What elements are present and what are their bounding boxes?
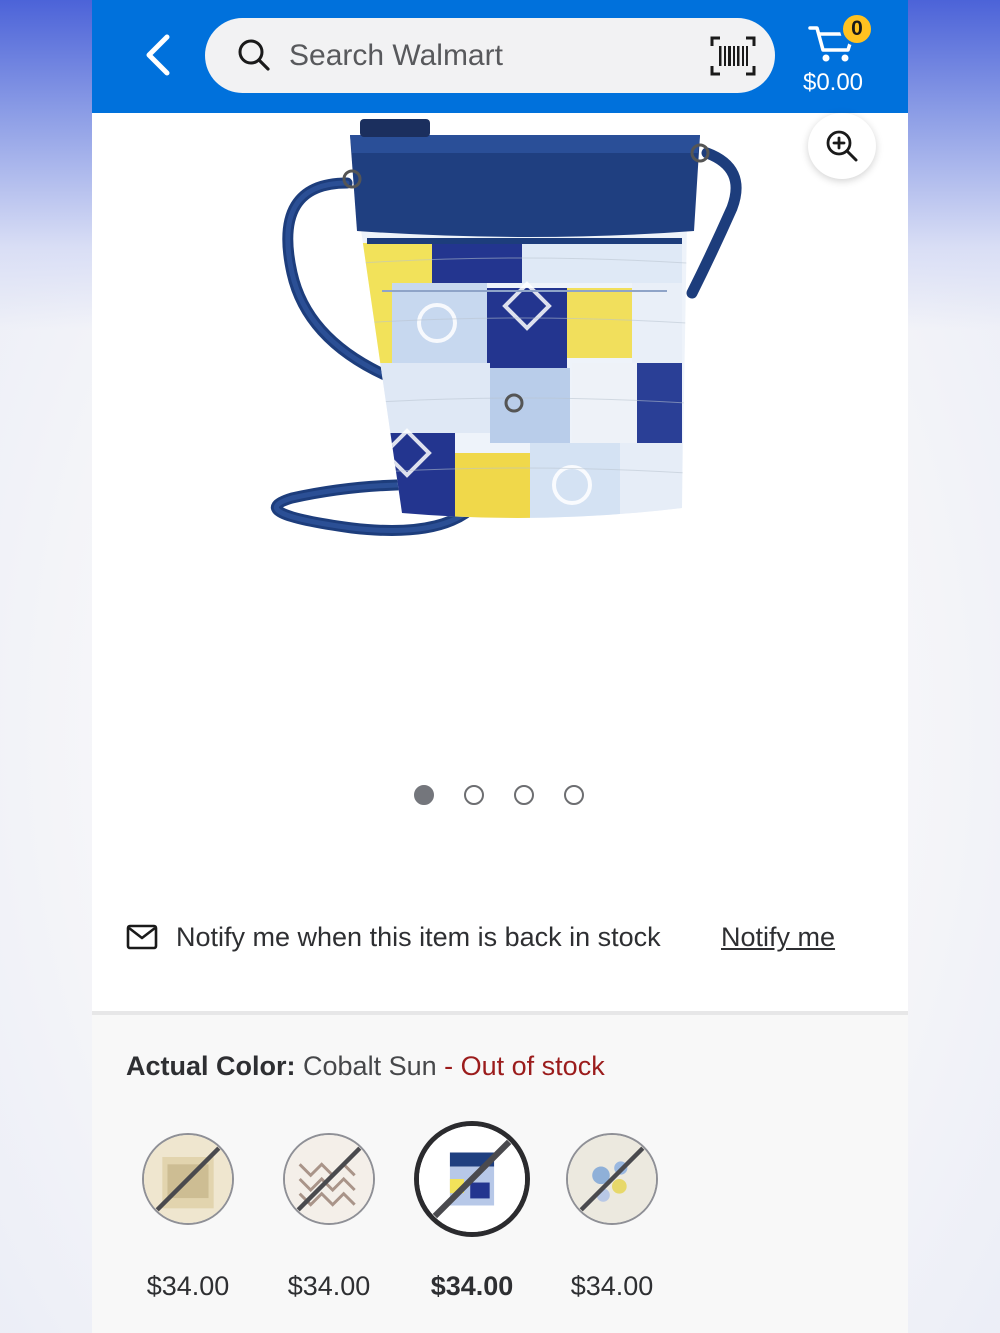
back-button[interactable] xyxy=(134,30,182,80)
cart-total: $0.00 xyxy=(802,69,864,96)
notify-me-link[interactable]: Notify me xyxy=(721,922,835,953)
swatch-price: $34.00 xyxy=(146,1271,230,1301)
swatch-image xyxy=(566,1133,658,1225)
product-image-gallery[interactable] xyxy=(92,113,908,813)
gallery-dot[interactable] xyxy=(414,785,434,805)
app-screen: 0 $0.00 xyxy=(92,0,908,1333)
swatch-price: $34.00 xyxy=(287,1271,371,1301)
cart-count-badge: 0 xyxy=(840,12,874,46)
color-swatch[interactable]: $34.00 xyxy=(128,1121,248,1321)
search-bar[interactable] xyxy=(205,18,775,93)
cart-button[interactable]: 0 $0.00 xyxy=(792,12,892,104)
notify-row: Notify me when this item is back in stoc… xyxy=(92,912,908,962)
search-input[interactable] xyxy=(289,34,689,78)
mail-icon xyxy=(126,924,158,950)
zoom-button[interactable] xyxy=(808,113,876,179)
product-image xyxy=(270,119,742,536)
barcode-scanner-icon[interactable] xyxy=(710,36,756,76)
color-swatch[interactable]: $34.00 xyxy=(412,1121,532,1321)
gallery-dot[interactable] xyxy=(514,785,534,805)
color-value: Cobalt Sun xyxy=(303,1051,437,1081)
swatch-price: $34.00 xyxy=(430,1271,514,1301)
swatch-image xyxy=(283,1133,375,1225)
notify-message: Notify me when this item is back in stoc… xyxy=(176,922,661,952)
variant-selector: Actual Color: Cobalt Sun - Out of stock … xyxy=(92,1015,908,1333)
chevron-left-icon xyxy=(146,34,170,76)
color-label: Actual Color: xyxy=(126,1051,296,1081)
stock-status: - Out of stock xyxy=(444,1051,605,1081)
search-icon xyxy=(238,39,270,71)
zoom-in-icon xyxy=(826,130,858,162)
swatch-image xyxy=(142,1133,234,1225)
gallery-dot[interactable] xyxy=(464,785,484,805)
color-line: Actual Color: Cobalt Sun - Out of stock xyxy=(126,1051,605,1082)
color-swatch[interactable]: $34.00 xyxy=(552,1121,672,1321)
gallery-dot[interactable] xyxy=(564,785,584,805)
gallery-pagination xyxy=(414,785,584,805)
top-app-bar: 0 $0.00 xyxy=(92,0,908,113)
color-swatch[interactable]: $34.00 xyxy=(269,1121,389,1321)
swatch-price: $34.00 xyxy=(570,1271,654,1301)
swatch-image xyxy=(414,1121,530,1237)
